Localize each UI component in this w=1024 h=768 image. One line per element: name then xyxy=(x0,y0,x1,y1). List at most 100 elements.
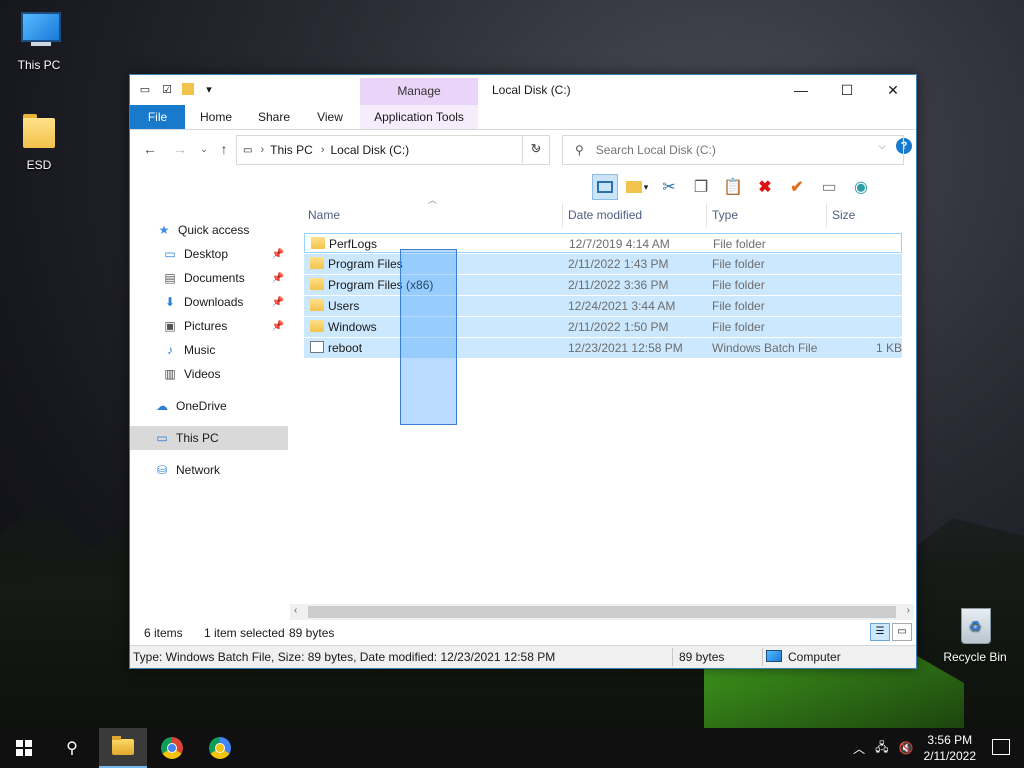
file-explorer-icon xyxy=(112,736,134,755)
new-folder-icon[interactable] xyxy=(182,83,194,95)
column-header-size[interactable]: Size xyxy=(832,208,855,222)
nav-videos[interactable]: ▥ Videos xyxy=(130,362,288,386)
tab-share[interactable]: Share xyxy=(248,105,300,129)
close-button[interactable]: ✕ xyxy=(870,75,916,105)
scrollbar-thumb[interactable] xyxy=(308,606,896,618)
tab-file[interactable]: File xyxy=(130,105,185,129)
rename-check-icon[interactable]: ✔ xyxy=(784,174,810,200)
file-row-perflogs[interactable]: PerfLogs 12/7/2019 4:14 AM File folder xyxy=(304,233,902,253)
forward-button[interactable]: → xyxy=(170,139,190,159)
volume-muted-icon[interactable]: 🔇 xyxy=(899,741,914,755)
taskbar-file-explorer[interactable] xyxy=(99,728,147,768)
pin-icon: 📌 xyxy=(271,272,284,284)
preview-pane-icon[interactable] xyxy=(592,174,618,200)
window-title: Local Disk (C:) xyxy=(492,83,571,97)
qat-dropdown-icon[interactable]: ▾ xyxy=(202,82,216,96)
horizontal-scrollbar[interactable]: ‹ › xyxy=(290,604,914,620)
taskbar-chrome-alt[interactable] xyxy=(196,728,244,768)
details-view-icon[interactable]: ☰ xyxy=(870,623,890,641)
downloads-icon: ⬇ xyxy=(164,295,176,309)
properties-box-icon[interactable]: ▭ xyxy=(816,174,842,200)
nav-this-pc[interactable]: ▭ This PC xyxy=(130,426,288,450)
column-header-type[interactable]: Type xyxy=(712,208,738,222)
new-folder-dropdown-icon[interactable]: ▾ xyxy=(624,174,650,200)
taskbar-chrome[interactable] xyxy=(148,728,196,768)
nav-music[interactable]: ♪ Music xyxy=(130,338,288,362)
nav-label: OneDrive xyxy=(176,399,227,413)
nav-pictures[interactable]: ▣ Pictures 📌 xyxy=(130,314,288,338)
column-divider[interactable] xyxy=(826,203,827,227)
back-button[interactable]: ← xyxy=(140,139,160,159)
copy-icon[interactable]: ❐ xyxy=(688,174,714,200)
properties-icon[interactable]: ☑ xyxy=(160,82,174,96)
network-tray-icon[interactable]: 🖧 xyxy=(875,738,888,759)
nav-label: Pictures xyxy=(184,319,228,333)
breadcrumb-this-pc[interactable]: This PC xyxy=(270,143,313,157)
globe-icon[interactable]: ◉ xyxy=(848,174,874,200)
up-button[interactable]: ↑ xyxy=(214,139,234,159)
desktop-icon-esd[interactable]: ESD xyxy=(4,110,74,172)
drive-icon[interactable]: ▭ xyxy=(138,82,152,96)
status-bytes: 89 bytes xyxy=(289,626,335,640)
address-bar[interactable]: ▭ › This PC › Local Disk (C:) ⌄ xyxy=(236,135,550,165)
file-row-program-files[interactable]: Program Files 2/11/2022 1:43 PM File fol… xyxy=(304,254,902,274)
sort-ascending-icon: ︿ xyxy=(428,195,438,205)
file-name: reboot xyxy=(328,341,363,355)
selection-marquee xyxy=(400,249,457,425)
delete-icon[interactable]: ✖ xyxy=(752,174,778,200)
folder-icon xyxy=(17,110,61,154)
show-hidden-icons-icon[interactable]: ︿ xyxy=(853,740,865,757)
desktop-icon-recycle-bin[interactable]: ♻ Recycle Bin xyxy=(940,602,1010,664)
nav-quick-access[interactable]: ★ Quick access xyxy=(130,218,288,242)
search-input[interactable] xyxy=(593,142,878,158)
minimize-button[interactable]: — xyxy=(778,75,824,105)
nav-downloads[interactable]: ⬇ Downloads 📌 xyxy=(130,290,288,314)
refresh-button[interactable]: ↻ xyxy=(522,135,549,163)
column-header-date[interactable]: Date modified xyxy=(568,208,642,222)
column-divider[interactable] xyxy=(562,203,563,227)
column-header-name[interactable]: Name xyxy=(308,208,340,222)
search-box[interactable]: ⚲ xyxy=(562,135,904,165)
breadcrumb-local-disk[interactable]: Local Disk (C:) xyxy=(330,143,409,157)
nav-label: Quick access xyxy=(178,223,250,237)
desktop-icon-this-pc[interactable]: This PC xyxy=(4,10,74,72)
videos-icon: ▥ xyxy=(164,367,176,381)
file-date: 2/11/2022 3:36 PM xyxy=(568,278,669,292)
file-row-program-files-x86[interactable]: Program Files (x86) 2/11/2022 3:36 PM Fi… xyxy=(304,275,902,295)
clock-time: 3:56 PM xyxy=(927,733,973,747)
cut-icon[interactable]: ✂ xyxy=(656,174,682,200)
nav-label: Network xyxy=(176,463,221,477)
start-button[interactable] xyxy=(0,728,48,768)
notifications-icon[interactable] xyxy=(992,739,1010,755)
tab-view[interactable]: View xyxy=(306,105,354,129)
search-button[interactable]: ⚲ xyxy=(48,728,96,768)
recent-locations-icon[interactable]: ⌄ xyxy=(194,139,214,159)
cloud-icon: ☁ xyxy=(156,399,168,413)
pictures-icon: ▣ xyxy=(164,319,176,333)
file-row-reboot[interactable]: reboot 12/23/2021 12:58 PM Windows Batch… xyxy=(304,338,902,358)
file-date: 2/11/2022 1:50 PM xyxy=(568,320,669,334)
nav-network[interactable]: ⛁ Network xyxy=(130,458,288,482)
file-name: Users xyxy=(328,299,360,313)
maximize-button[interactable]: ☐ xyxy=(824,75,870,105)
file-date: 12/7/2019 4:14 AM xyxy=(569,237,670,251)
tab-home[interactable]: Home xyxy=(190,105,242,129)
scroll-left-icon[interactable]: ‹ xyxy=(294,605,297,616)
breadcrumb-separator: › xyxy=(320,144,325,156)
nav-label: Downloads xyxy=(184,295,244,309)
column-divider[interactable] xyxy=(706,203,707,227)
status-bar: 6 items 1 item selected 89 bytes ☰ ▭ xyxy=(130,623,916,643)
file-name: Program Files xyxy=(328,257,403,271)
nav-onedrive[interactable]: ☁ OneDrive xyxy=(130,394,288,418)
details-size: 89 bytes xyxy=(679,650,725,664)
large-icons-view-icon[interactable]: ▭ xyxy=(892,623,912,641)
folder-icon xyxy=(310,320,324,332)
file-row-windows[interactable]: Windows 2/11/2022 1:50 PM File folder xyxy=(304,317,902,337)
file-row-users[interactable]: Users 12/24/2021 3:44 AM File folder xyxy=(304,296,902,316)
nav-documents[interactable]: ▤ Documents 📌 xyxy=(130,266,288,290)
tab-application-tools[interactable]: Application Tools xyxy=(360,105,478,129)
paste-icon[interactable]: 📋 xyxy=(720,174,746,200)
clock[interactable]: 3:56 PM 2/11/2022 xyxy=(924,732,977,764)
nav-desktop[interactable]: ▭ Desktop 📌 xyxy=(130,242,288,266)
scroll-right-icon[interactable]: › xyxy=(907,605,910,616)
